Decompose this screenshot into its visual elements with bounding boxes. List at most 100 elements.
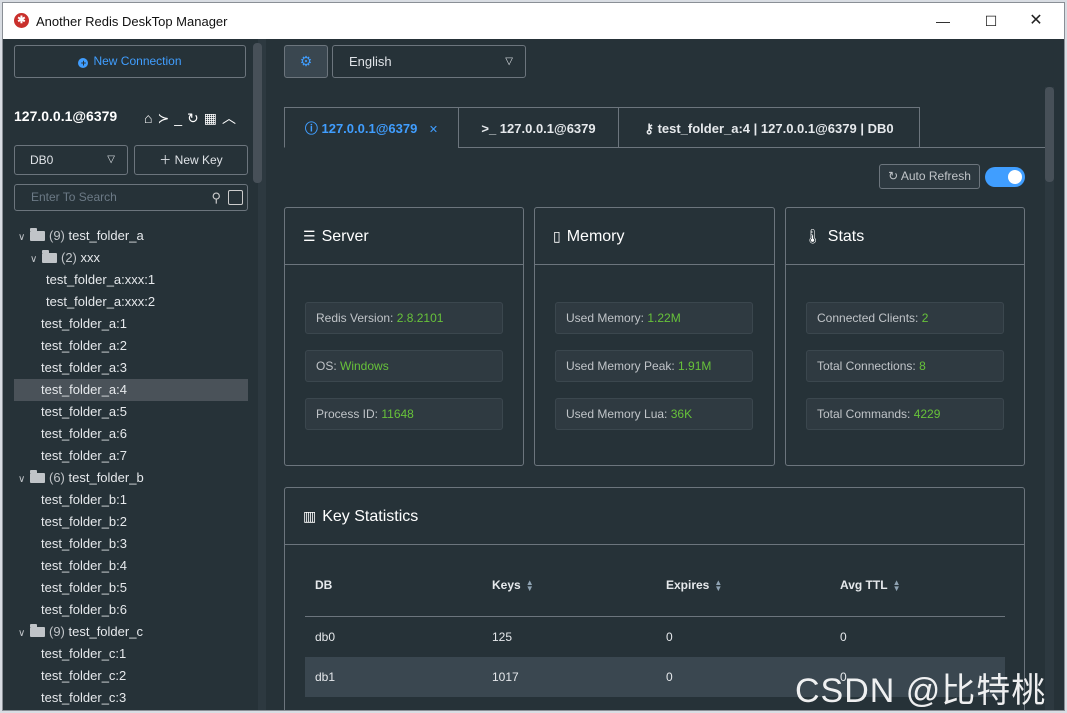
column-label: DB (315, 578, 333, 592)
toggle-knob (1008, 170, 1022, 184)
stat-value: 2 (921, 311, 929, 325)
tree-folder[interactable]: ∨ (6) test_folder_b (14, 467, 248, 489)
gear-icon: ⚙ (299, 53, 313, 69)
settings-button[interactable]: ⚙ (284, 45, 328, 78)
new-key-button[interactable]: ＋ New Key (134, 145, 248, 175)
new-key-label: New Key (174, 153, 223, 167)
maximize-button[interactable]: ☐ (969, 9, 1013, 33)
grid-icon[interactable]: ▦ (204, 110, 222, 126)
tab-label: >_ 127.0.0.1@6379 (481, 121, 596, 136)
tree-key[interactable]: test_folder_a:6 (14, 423, 248, 445)
sort-icon[interactable]: ▲ ▼ (714, 578, 722, 592)
tree-key[interactable]: test_folder_b:1 (14, 489, 248, 511)
stat-label: Redis Version: (316, 311, 397, 325)
table-cell: 1017 (492, 670, 519, 684)
stats-card-header: 🌡 Stats (786, 208, 1024, 265)
tree-key[interactable]: test_folder_a:7 (14, 445, 248, 467)
table-cell: db1 (315, 670, 336, 684)
tree-key[interactable]: test_folder_a:xxx:2 (14, 291, 248, 313)
card-title: Memory (566, 228, 625, 245)
table-row[interactable]: db0 125 0 0 (305, 617, 1005, 657)
sort-icon[interactable]: ▲ ▼ (526, 578, 534, 592)
tree-key[interactable]: test_folder_a:5 (14, 401, 248, 423)
main-scrollbar-thumb[interactable] (1045, 87, 1054, 182)
stat-value: 8 (919, 359, 926, 373)
tree-key[interactable]: test_folder_c:1 (14, 643, 248, 665)
auto-refresh-toggle[interactable] (985, 167, 1025, 187)
search-input[interactable]: Enter To Search ⚲ (14, 184, 248, 211)
auto-refresh-button[interactable]: ↻ Auto Refresh (879, 164, 980, 189)
connection-actions: ⌂≻_↻▦︿ (144, 108, 241, 128)
stat-value: 36K (670, 407, 693, 421)
search-icon[interactable]: ⚲ (211, 185, 221, 210)
plus-icon: ＋ (159, 153, 172, 167)
tree-label: test_folder_a:4 (41, 382, 128, 397)
stat-value: 1.91M (678, 359, 712, 373)
tab-console[interactable]: >_ 127.0.0.1@6379 (458, 107, 619, 148)
tree-key[interactable]: test_folder_a:2 (14, 335, 248, 357)
stat-label: Total Connections: (817, 359, 920, 373)
language-select[interactable]: English ▽ (332, 45, 526, 78)
connected-clients-stat: Connected Clients: 2 (806, 302, 1004, 334)
tree-folder[interactable]: ∨ (9) test_folder_a (14, 225, 248, 247)
folder-count: (9) (49, 624, 65, 639)
folder-count: (6) (49, 470, 65, 485)
window-title: Another Redis DeskTop Manager (36, 14, 228, 29)
new-connection-label: New Connection (93, 54, 182, 68)
table-cell: 125 (492, 630, 513, 644)
tree-folder[interactable]: ∨ (2) xxx (14, 247, 248, 269)
sidebar-scrollbar[interactable] (253, 43, 262, 183)
tree-label: test_folder_a:3 (41, 360, 128, 375)
tree-label: test_folder_a:xxx:2 (46, 294, 156, 309)
used-memory-lua-stat: Used Memory Lua: 36K (555, 398, 753, 430)
refresh-icon[interactable]: ↻ (187, 110, 204, 126)
column-label: Avg TTL (840, 578, 888, 592)
stat-label: Connected Clients: (817, 311, 922, 325)
tree-folder[interactable]: ∨ (9) test_folder_c (14, 621, 248, 643)
close-button[interactable]: ✕ (1014, 9, 1058, 33)
tree-label: test_folder_a (68, 228, 144, 243)
column-header-keys[interactable]: Keys ▲ ▼ (492, 578, 534, 592)
terminal-icon[interactable]: ≻_ (157, 110, 187, 126)
tree-key[interactable]: test_folder_b:4 (14, 555, 248, 577)
connection-name[interactable]: 127.0.0.1@6379 (14, 108, 117, 124)
new-connection-button[interactable]: + New Connection (14, 45, 246, 78)
tab-key[interactable]: ⚷ test_folder_a:4 | 127.0.0.1@6379 | DB0 (618, 107, 920, 148)
tree-key[interactable]: test_folder_b:5 (14, 577, 248, 599)
tree-key[interactable]: test_folder_a:xxx:1 (14, 269, 248, 291)
tree-label: test_folder_a:5 (41, 404, 128, 419)
minimize-button[interactable]: — (921, 9, 965, 33)
tree-label: test_folder_b:2 (41, 514, 128, 529)
chevron-down-icon[interactable]: ∨ (18, 623, 30, 645)
tree-key[interactable]: test_folder_a:1 (14, 313, 248, 335)
chevron-down-icon[interactable]: ∨ (18, 227, 30, 249)
tree-label: test_folder_a:xxx:1 (46, 272, 156, 287)
used-memory-stat: Used Memory: 1.22M (555, 302, 753, 334)
chevron-up-icon[interactable]: ︿ (222, 110, 241, 126)
column-header-avg-ttl[interactable]: Avg TTL ▲ ▼ (840, 578, 900, 592)
tree-label: test_folder_a:7 (41, 448, 128, 463)
tab-close-icon[interactable]: ✕ (429, 124, 438, 136)
chevron-down-icon[interactable]: ∨ (18, 469, 30, 491)
home-icon[interactable]: ⌂ (144, 110, 157, 126)
chevron-down-icon: ▽ (505, 56, 513, 67)
db-select[interactable]: DB0 ▽ (14, 145, 128, 175)
tree-key[interactable]: test_folder_b:2 (14, 511, 248, 533)
sort-icon[interactable]: ▲ ▼ (893, 578, 901, 592)
column-header-expires[interactable]: Expires ▲ ▼ (666, 578, 722, 592)
exact-search-checkbox[interactable] (228, 190, 243, 205)
column-label: Keys (492, 578, 521, 592)
tree-key[interactable]: test_folder_b:6 (14, 599, 248, 621)
tree-key[interactable]: test_folder_c:2 (14, 665, 248, 687)
chevron-down-icon[interactable]: ∨ (30, 249, 42, 271)
app-window: ✱ Another Redis DeskTop Manager — ☐ ✕ + N… (2, 2, 1065, 711)
tree-key[interactable]: test_folder_b:3 (14, 533, 248, 555)
tab-server-info[interactable]: ⓘ 127.0.0.1@6379 ✕ (284, 107, 459, 148)
process-id-stat: Process ID: 11648 (305, 398, 503, 430)
stat-value: 1.22M (647, 311, 681, 325)
folder-count: (9) (49, 228, 65, 243)
tree-key[interactable]: test_folder_a:4 (14, 379, 248, 401)
tree-key[interactable]: test_folder_c:3 (14, 687, 248, 709)
tree-key[interactable]: test_folder_a:3 (14, 357, 248, 379)
key-icon: ⚷ (644, 121, 654, 136)
